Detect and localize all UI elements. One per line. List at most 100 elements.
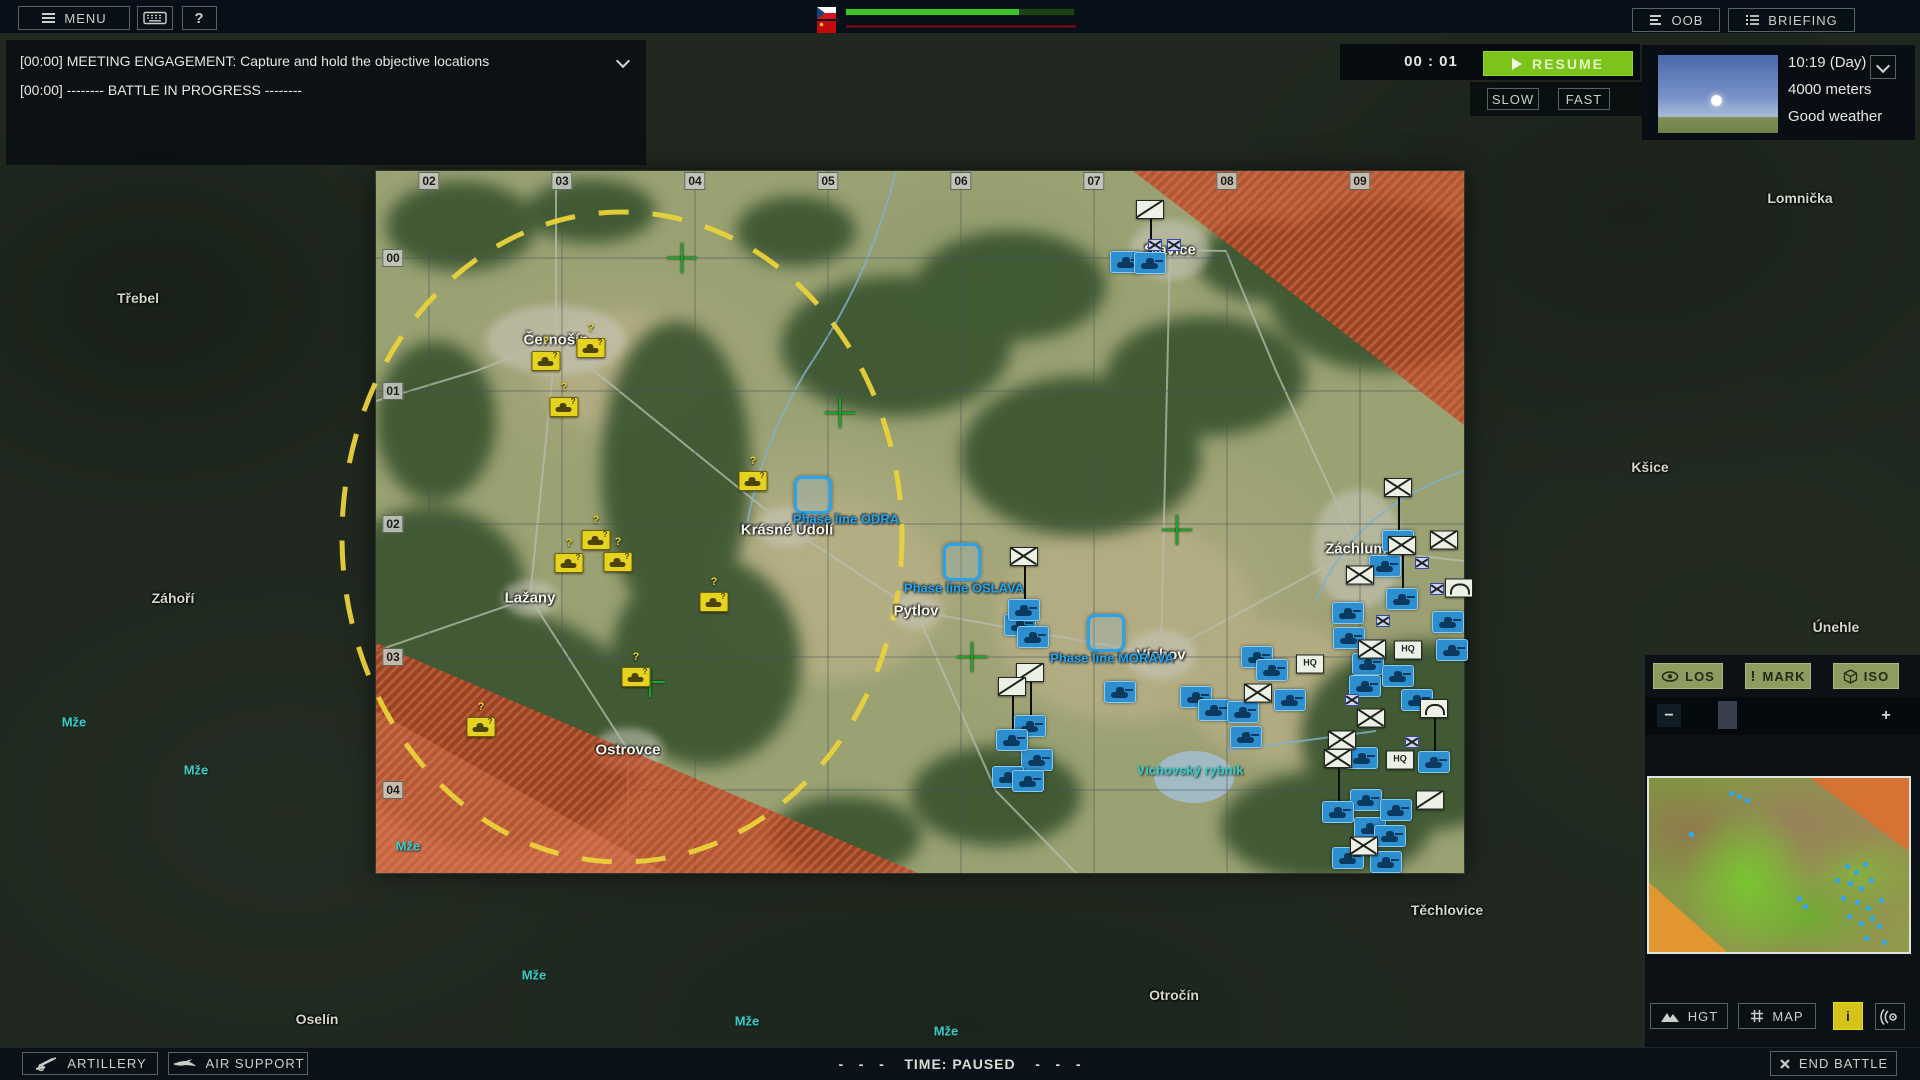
unit-mini[interactable]	[1345, 694, 1359, 706]
unit-hq[interactable]: HQ	[1386, 751, 1414, 770]
hotkeys-button[interactable]	[137, 6, 173, 30]
minimap-unit-dot	[1855, 900, 1860, 905]
minimap-unit-dot	[1870, 916, 1875, 921]
unit-unknown-contact[interactable]: ??	[604, 552, 633, 572]
help-button[interactable]: ?	[182, 6, 217, 30]
unit-inf[interactable]	[1346, 566, 1374, 585]
menu-button[interactable]: MENU	[18, 6, 130, 30]
battle-map[interactable]	[376, 171, 1464, 873]
unit-mini[interactable]	[1167, 239, 1181, 251]
minimap-unit-dot	[1689, 832, 1694, 837]
weather-expand-button[interactable]	[1870, 55, 1896, 79]
chevron-down-icon[interactable]	[616, 54, 630, 68]
map-mode-button[interactable]: MAP	[1738, 1003, 1816, 1029]
unit-inf[interactable]	[1358, 640, 1386, 659]
minimap-unit-dot	[1882, 940, 1887, 945]
unit-unknown-contact[interactable]: ??	[550, 397, 579, 417]
unit-unknown-contact[interactable]: ??	[739, 471, 768, 491]
weather-condition: Good weather	[1788, 108, 1882, 125]
unit-tank[interactable]	[1332, 602, 1364, 624]
slow-button[interactable]: SLOW	[1487, 88, 1539, 110]
minimap-unit-dot	[1864, 936, 1869, 941]
oob-icon	[1649, 14, 1664, 26]
iso-button[interactable]: ISO	[1833, 663, 1899, 689]
unit-unknown-contact[interactable]: ??	[577, 338, 606, 358]
zoom-slider-handle[interactable]	[1718, 701, 1737, 729]
unit-inf[interactable]	[1430, 531, 1458, 550]
unit-tank[interactable]	[1350, 789, 1382, 811]
end-battle-button[interactable]: END BATTLE	[1770, 1051, 1897, 1076]
briefing-button[interactable]: BRIEFING	[1728, 8, 1855, 32]
unit-tank[interactable]	[1227, 701, 1259, 723]
unit-recon-flag[interactable]	[1134, 252, 1166, 274]
unit-recon-flag[interactable]	[996, 729, 1028, 751]
fast-button[interactable]: FAST	[1558, 88, 1610, 110]
menu-label: MENU	[64, 11, 106, 26]
unit-hq[interactable]: HQ	[1394, 641, 1422, 660]
unit-truck-flag[interactable]	[1418, 751, 1450, 773]
unit-tank[interactable]	[1274, 689, 1306, 711]
minimap-unit-dot	[1745, 798, 1750, 803]
unit-tank[interactable]	[1198, 699, 1230, 721]
hgt-button[interactable]: HGT	[1650, 1003, 1728, 1029]
unit-tank[interactable]	[1230, 726, 1262, 748]
battle-clock: 00 : 01	[1376, 53, 1486, 70]
unit-inf[interactable]	[1357, 709, 1385, 728]
minimap-unit-dot	[1835, 878, 1840, 883]
time-status: - - - TIME: PAUSED - - -	[0, 1056, 1920, 1072]
unit-unknown-contact[interactable]: ??	[555, 553, 584, 573]
unit-inf-flag[interactable]	[1008, 599, 1040, 621]
oob-button[interactable]: OOB	[1632, 8, 1720, 32]
unit-hq[interactable]: HQ	[1296, 655, 1324, 674]
sky-preview	[1658, 55, 1778, 133]
minimap[interactable]	[1647, 776, 1911, 954]
soviet-strength-bar	[845, 24, 1077, 29]
unit-mini[interactable]	[1405, 736, 1419, 748]
hgt-label: HGT	[1688, 1009, 1718, 1024]
unit-tank[interactable]	[1104, 681, 1136, 703]
info-button[interactable]: i	[1833, 1002, 1863, 1030]
minimap-unit-dot	[1859, 886, 1864, 891]
unit-mini[interactable]	[1430, 583, 1444, 595]
unit-inf[interactable]	[1328, 731, 1356, 750]
unit-truck[interactable]	[1445, 579, 1473, 598]
exclamation-icon: !	[1751, 668, 1757, 685]
unit-mini[interactable]	[1148, 239, 1162, 251]
unit-recon[interactable]	[1416, 791, 1444, 810]
unit-tank[interactable]	[1021, 749, 1053, 771]
unit-inf[interactable]	[1244, 684, 1272, 703]
side-panel: LOS ! MARK ISO − + HGT M	[1645, 655, 1920, 1047]
time-controls: 00 : 01 RESUME	[1340, 44, 1640, 80]
eye-icon	[1661, 671, 1679, 682]
zoom-in-button[interactable]: +	[1877, 704, 1895, 727]
unit-inf-flag[interactable]	[1386, 588, 1418, 610]
los-button[interactable]: LOS	[1653, 663, 1723, 689]
unit-tank[interactable]	[1017, 626, 1049, 648]
info-icon: i	[1846, 1008, 1850, 1024]
resume-button[interactable]: RESUME	[1483, 51, 1633, 76]
play-icon	[1512, 58, 1522, 70]
mountain-icon	[1660, 1010, 1680, 1023]
unit-tank[interactable]	[1012, 770, 1044, 792]
unit-unknown-contact[interactable]: ??	[467, 717, 496, 737]
unit-unknown-contact[interactable]: ??	[700, 592, 729, 612]
zoom-out-button[interactable]: −	[1657, 704, 1681, 727]
message-line: [00:00] -------- BATTLE IN PROGRESS ----…	[20, 82, 302, 98]
radio-button[interactable]	[1875, 1003, 1905, 1030]
unit-unknown-contact[interactable]: ??	[622, 667, 651, 687]
unit-tank[interactable]	[1382, 665, 1414, 687]
unit-inf[interactable]	[1350, 837, 1378, 856]
unit-mini[interactable]	[1376, 615, 1390, 627]
top-bar: MENU ? OOB BRIEFING	[0, 0, 1920, 33]
unit-tank[interactable]	[1436, 639, 1468, 661]
los-label: LOS	[1685, 669, 1715, 684]
unit-tank[interactable]	[1374, 825, 1406, 847]
unit-tank[interactable]	[1256, 659, 1288, 681]
unit-unknown-contact[interactable]: ??	[532, 351, 561, 371]
unit-inf-flag[interactable]	[1322, 801, 1354, 823]
unit-tank[interactable]	[1432, 611, 1464, 633]
unit-mini[interactable]	[1415, 557, 1429, 569]
mark-button[interactable]: ! MARK	[1745, 663, 1811, 689]
unit-tank[interactable]	[1380, 799, 1412, 821]
unit-unknown-contact[interactable]: ??	[582, 530, 611, 550]
